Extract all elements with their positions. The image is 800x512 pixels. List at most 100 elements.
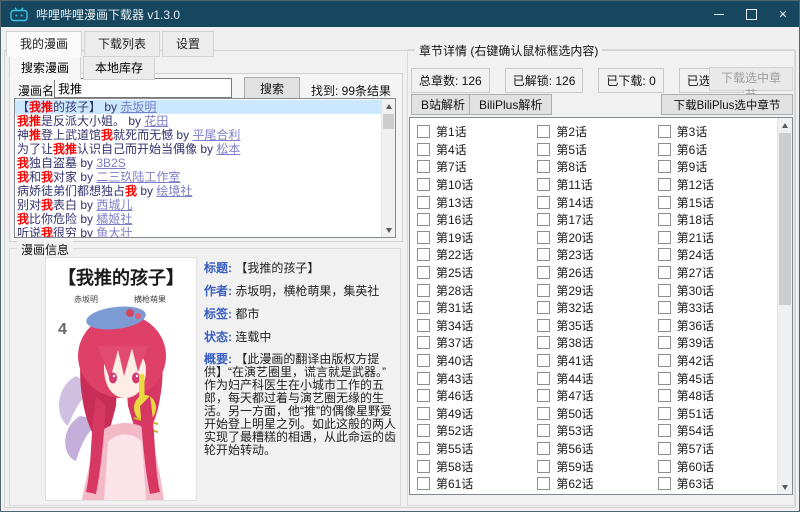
- chapter-checkbox[interactable]: [537, 195, 551, 209]
- chapter-item[interactable]: 第28话: [417, 281, 537, 299]
- search-result-item[interactable]: 神推登上武道馆我就死而无憾 by 平尾合利: [15, 128, 382, 142]
- chapter-checkbox[interactable]: [537, 336, 551, 350]
- chapter-checkbox[interactable]: [417, 459, 430, 473]
- chapter-item[interactable]: 第50话: [537, 405, 657, 423]
- tab-下载列表[interactable]: 下载列表: [84, 31, 161, 57]
- chapter-checkbox[interactable]: [537, 441, 551, 455]
- search-result-item[interactable]: 我比你危险 by 橘姬社: [15, 212, 382, 226]
- chapter-item[interactable]: 第58话: [417, 457, 537, 475]
- chapter-checkbox[interactable]: [417, 441, 430, 455]
- chapter-checkbox[interactable]: [657, 371, 671, 385]
- chapter-item[interactable]: 第45话: [657, 369, 778, 387]
- chapter-item[interactable]: 第11话: [537, 176, 657, 194]
- chapter-item[interactable]: 第52话: [417, 422, 537, 440]
- chapter-checkbox[interactable]: [657, 441, 671, 455]
- chapter-checkbox[interactable]: [657, 354, 671, 368]
- chapter-checkbox[interactable]: [657, 178, 671, 192]
- chapter-checkbox[interactable]: [417, 125, 430, 139]
- chapter-item[interactable]: 第12话: [657, 176, 778, 194]
- chapter-checkbox[interactable]: [537, 266, 551, 280]
- chapter-item[interactable]: 第24话: [657, 246, 778, 264]
- chapter-checkbox[interactable]: [657, 142, 671, 156]
- result-author-link[interactable]: 花田: [144, 114, 168, 128]
- chapter-checkbox[interactable]: [417, 142, 430, 156]
- chapter-item[interactable]: 第14话: [537, 193, 657, 211]
- scroll-thumb[interactable]: [383, 114, 394, 129]
- chapter-item[interactable]: 第55话: [417, 440, 537, 458]
- chapter-item[interactable]: 第20话: [537, 229, 657, 247]
- result-author-link[interactable]: 松本: [216, 142, 240, 156]
- chapter-item[interactable]: 第49话: [417, 405, 537, 423]
- chapter-checkbox[interactable]: [417, 248, 430, 262]
- chapter-checkbox[interactable]: [657, 160, 671, 174]
- bilibili-parse-button[interactable]: B站解析: [411, 94, 476, 115]
- result-author-link[interactable]: 赤坂明: [120, 100, 156, 114]
- chapter-checkbox[interactable]: [537, 230, 551, 244]
- chapter-item[interactable]: 第53话: [537, 422, 657, 440]
- search-result-item[interactable]: 【我推的孩子】 by 赤坂明: [15, 100, 382, 114]
- chapter-checkbox[interactable]: [657, 424, 671, 438]
- scroll-up-button[interactable]: [778, 118, 792, 132]
- result-author-link[interactable]: 二三玖陆工作室: [96, 170, 180, 184]
- chapter-checkbox[interactable]: [537, 424, 551, 438]
- chapter-checkbox[interactable]: [657, 230, 671, 244]
- chapter-checkbox[interactable]: [417, 213, 430, 227]
- chapter-item[interactable]: 第5话: [537, 141, 657, 159]
- chapter-checkbox[interactable]: [417, 389, 430, 403]
- chapter-item[interactable]: 第8话: [537, 158, 657, 176]
- search-result-item[interactable]: 为了让我推认识自己而开始当偶像 by 松本: [15, 142, 382, 156]
- chapter-item[interactable]: 第2话: [537, 123, 657, 141]
- chapter-item[interactable]: 第3话: [657, 123, 778, 141]
- chapter-checkbox[interactable]: [537, 477, 551, 491]
- chapter-checkbox[interactable]: [417, 406, 430, 420]
- chapter-checkbox[interactable]: [537, 389, 551, 403]
- chapter-item[interactable]: 第42话: [657, 352, 778, 370]
- chapter-item[interactable]: 第54话: [657, 422, 778, 440]
- chapter-checkbox[interactable]: [537, 301, 551, 315]
- download-selected-button[interactable]: 下载选中章节: [709, 67, 793, 102]
- result-author-link[interactable]: 西城儿: [96, 198, 132, 212]
- scroll-down-button[interactable]: [778, 480, 792, 494]
- manga-name-input[interactable]: [54, 78, 232, 98]
- chapter-item[interactable]: 第22话: [417, 246, 537, 264]
- chapter-item[interactable]: 第4话: [417, 141, 537, 159]
- minimize-button[interactable]: [703, 1, 735, 27]
- chapter-item[interactable]: 第7话: [417, 158, 537, 176]
- tab-设置[interactable]: 设置: [162, 31, 215, 57]
- chapter-item[interactable]: 第15话: [657, 193, 778, 211]
- chapter-checkbox[interactable]: [417, 266, 430, 280]
- chapter-item[interactable]: 第32话: [537, 299, 657, 317]
- chapter-checkbox[interactable]: [417, 283, 430, 297]
- chapter-checkbox[interactable]: [537, 459, 551, 473]
- chapter-checkbox[interactable]: [417, 318, 430, 332]
- chapter-item[interactable]: 第17话: [537, 211, 657, 229]
- search-result-item[interactable]: 病娇徒弟们都想独占我 by 绘境社: [15, 184, 382, 198]
- chapter-item[interactable]: 第18话: [657, 211, 778, 229]
- chapter-checkbox[interactable]: [657, 125, 671, 139]
- chapter-item[interactable]: 第34话: [417, 317, 537, 335]
- tab-本地库存[interactable]: 本地库存: [83, 56, 156, 80]
- chapter-item[interactable]: 第21话: [657, 229, 778, 247]
- search-results-list[interactable]: 【我推的孩子】 by 赤坂明 我推是反派大小姐。 by 花田 神推登上武道馆我就死而…: [14, 98, 396, 238]
- chapter-checkbox[interactable]: [657, 195, 671, 209]
- chapter-item[interactable]: 第9话: [657, 158, 778, 176]
- chapter-item[interactable]: 第19话: [417, 229, 537, 247]
- chapter-item[interactable]: 第51话: [657, 405, 778, 423]
- result-author-link[interactable]: 平尾合利: [192, 128, 240, 142]
- search-result-item[interactable]: 我独自盗墓 by 3B2S: [15, 156, 382, 170]
- search-result-item[interactable]: 别对我表白 by 西城儿: [15, 198, 382, 212]
- chapter-item[interactable]: 第36话: [657, 317, 778, 335]
- chapter-item[interactable]: 第48话: [657, 387, 778, 405]
- chapter-checkbox[interactable]: [657, 301, 671, 315]
- chapter-checkbox[interactable]: [417, 195, 430, 209]
- chapter-checkbox[interactable]: [417, 354, 430, 368]
- result-author-link[interactable]: 鱼大壮: [96, 226, 132, 237]
- chapter-item[interactable]: 第35话: [537, 317, 657, 335]
- chapter-item[interactable]: 第63话: [657, 475, 778, 493]
- scroll-thumb[interactable]: [779, 133, 791, 305]
- chapter-item[interactable]: 第13话: [417, 193, 537, 211]
- chapter-checkbox[interactable]: [537, 125, 551, 139]
- chapter-checkbox[interactable]: [657, 266, 671, 280]
- chapter-item[interactable]: 第29话: [537, 281, 657, 299]
- search-result-item[interactable]: 我和我对家 by 二三玖陆工作室: [15, 170, 382, 184]
